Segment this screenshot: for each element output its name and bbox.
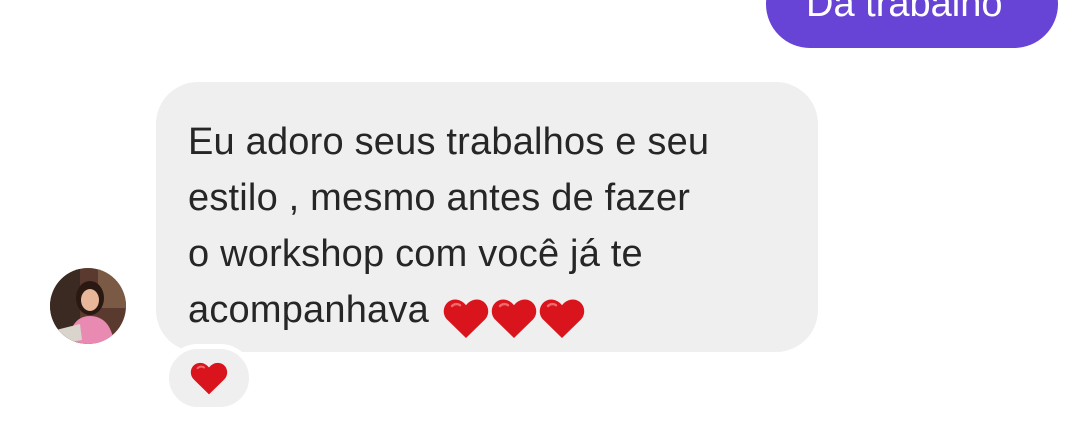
sent-message-text: Dá trabalho — [806, 0, 1003, 25]
sent-message-bubble[interactable]: Dá trabalho — [766, 0, 1058, 48]
chat-thread: Dá trabalho Eu adoro seus trabalhos e se… — [0, 0, 1080, 441]
heart-icon — [539, 299, 585, 338]
heart-reaction-badge[interactable] — [164, 344, 254, 412]
received-message-bubble[interactable]: Eu adoro seus trabalhos e seu estilo , m… — [156, 82, 818, 352]
avatar-photo-icon — [50, 268, 126, 344]
heart-icon — [190, 362, 228, 395]
received-message-content: Eu adoro seus trabalhos e seu estilo , m… — [188, 114, 788, 344]
heart-icon — [491, 299, 537, 338]
sender-avatar[interactable] — [50, 268, 126, 344]
heart-emoji-group — [441, 288, 585, 344]
heart-icon — [443, 299, 489, 338]
